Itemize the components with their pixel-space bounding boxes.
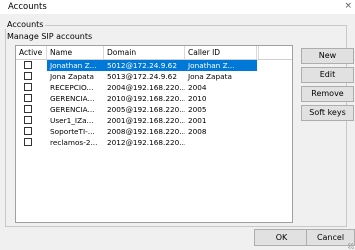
column-header-domain[interactable]: Domain bbox=[104, 46, 185, 59]
column-header-caller-id[interactable]: Caller ID bbox=[185, 46, 257, 59]
active-checkbox[interactable] bbox=[24, 127, 32, 135]
cell-caller-id bbox=[185, 137, 257, 148]
cell-caller-id: 2008 bbox=[188, 127, 207, 136]
cell-caller-id: 2010 bbox=[188, 94, 207, 103]
cell-name: Jona Zapata bbox=[50, 72, 94, 81]
cell-domain: 5013@172.24.9.62 bbox=[107, 72, 177, 81]
table-body: Jonathan Z... 5012@172.24.9.62 Jonathan Z.… bbox=[16, 60, 292, 148]
cell-domain: 2012@192.168.220... bbox=[107, 138, 185, 147]
active-checkbox[interactable] bbox=[24, 105, 32, 113]
cell-name: SoporteTI-... bbox=[50, 127, 95, 136]
groupbox-label: Accounts bbox=[5, 20, 46, 29]
column-header-filler bbox=[257, 46, 259, 59]
column-header-active[interactable]: Active bbox=[16, 46, 47, 59]
cell-name: Jonathan Z... bbox=[50, 61, 97, 70]
active-checkbox[interactable] bbox=[24, 61, 32, 69]
ok-button[interactable]: OK bbox=[254, 229, 309, 246]
window-title: Accounts bbox=[8, 2, 47, 12]
soft-keys-button[interactable]: Soft keys bbox=[301, 105, 354, 121]
column-header-name[interactable]: Name bbox=[47, 46, 104, 59]
table-row[interactable]: Jona Zapata 5013@172.24.9.62 Jona Zapata bbox=[16, 71, 292, 82]
accounts-table[interactable]: Active Name Domain Caller ID Jonathan Z.… bbox=[15, 45, 293, 223]
cell-caller-id: Jona Zapata bbox=[188, 72, 232, 81]
cell-name: GERENCIA... bbox=[50, 94, 95, 103]
table-row[interactable]: User1_IZa... 2001@192.168.220... 2001 bbox=[16, 115, 292, 126]
cell-domain: 5012@172.24.9.62 bbox=[107, 61, 177, 70]
cell-caller-id: 2001 bbox=[188, 116, 207, 125]
cell-caller-id: 2005 bbox=[188, 105, 207, 114]
table-row[interactable]: SoporteTI-... 2008@192.168.220... 2008 bbox=[16, 126, 292, 137]
cell-domain: 2005@192.168.220... bbox=[107, 105, 185, 114]
cell-caller-id: 2004 bbox=[188, 83, 207, 92]
edit-button[interactable]: Edit bbox=[301, 67, 354, 83]
cell-caller-id: Jonathan Z... bbox=[188, 61, 235, 70]
resize-grip-icon[interactable] bbox=[348, 243, 354, 249]
table-row[interactable]: reclamos-2... 2012@192.168.220... bbox=[16, 137, 292, 148]
active-checkbox[interactable] bbox=[24, 116, 32, 124]
table-header: Active Name Domain Caller ID bbox=[16, 46, 292, 60]
cell-domain: 2008@192.168.220... bbox=[107, 127, 185, 136]
cell-domain: 2004@192.168.220... bbox=[107, 83, 185, 92]
cell-name: RECEPCIO... bbox=[50, 83, 94, 92]
close-icon[interactable]: × bbox=[344, 1, 352, 11]
active-checkbox[interactable] bbox=[24, 138, 32, 146]
active-checkbox[interactable] bbox=[24, 94, 32, 102]
table-row[interactable]: GERENCIA... 2005@192.168.220... 2005 bbox=[16, 104, 292, 115]
table-row[interactable]: GERENCIA... 2010@192.168.220... 2010 bbox=[16, 93, 292, 104]
cell-name: reclamos-2... bbox=[50, 138, 98, 147]
remove-button[interactable]: Remove bbox=[301, 86, 354, 102]
groupbox-description: Manage SIP accounts bbox=[7, 32, 93, 41]
table-row[interactable]: Jonathan Z... 5012@172.24.9.62 Jonathan Z.… bbox=[16, 60, 292, 71]
active-checkbox[interactable] bbox=[24, 83, 32, 91]
cell-domain: 2001@192.168.220... bbox=[107, 116, 185, 125]
cell-domain: 2010@192.168.220... bbox=[107, 94, 185, 103]
cell-name: GERENCIA... bbox=[50, 105, 95, 114]
title-bar: Accounts × bbox=[0, 0, 355, 14]
new-button[interactable]: New bbox=[301, 48, 354, 64]
table-row[interactable]: RECEPCIO... 2004@192.168.220... 2004 bbox=[16, 82, 292, 93]
cell-name: User1_IZa... bbox=[50, 116, 94, 125]
active-checkbox[interactable] bbox=[24, 72, 32, 80]
